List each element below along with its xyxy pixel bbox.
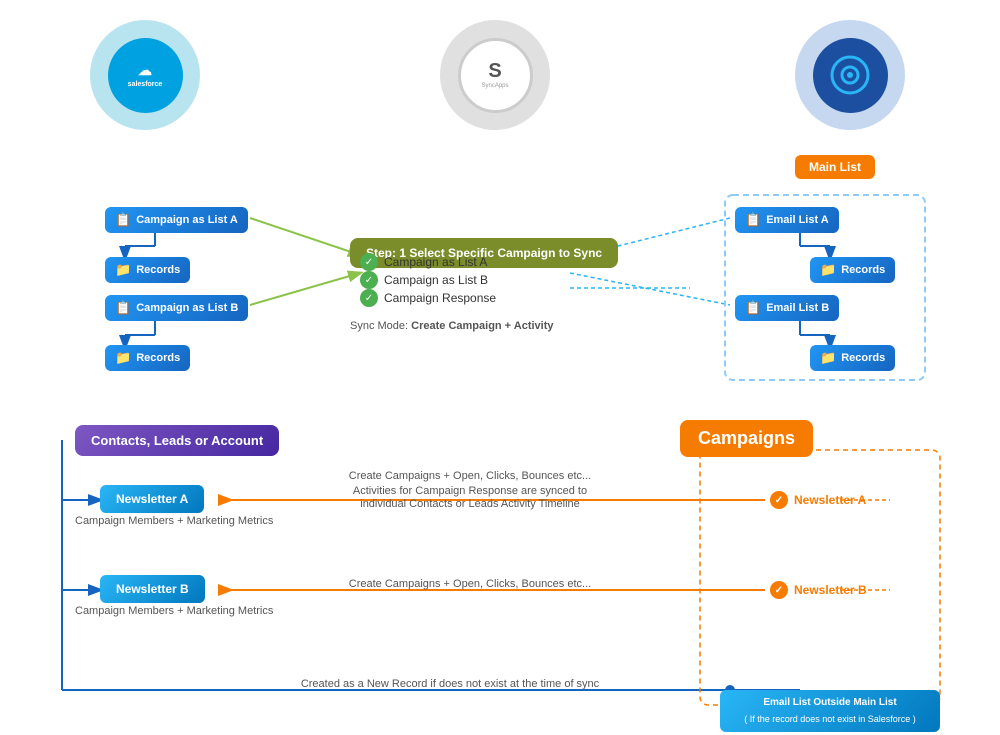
- ctct-icon: [828, 53, 873, 98]
- flow-text-b: Create Campaigns + Open, Clicks, Bounces…: [300, 578, 640, 590]
- folder-icon-1: 📁: [115, 262, 131, 278]
- newsletter-b-tag: ✓ Newsletter B: [770, 581, 867, 599]
- flow-text-a3: individual Contacts or Leads Activity Ti…: [280, 498, 660, 510]
- records-1-label: Records: [136, 264, 180, 276]
- sync-mode-text: Sync Mode: Create Campaign + Activity: [350, 320, 554, 332]
- check-icon-2: ✓: [360, 271, 378, 289]
- checklist-item-1: ✓ Campaign as List A: [360, 253, 487, 271]
- doc-icon-b: 📋: [115, 300, 131, 316]
- records-3-label: Records: [841, 264, 885, 276]
- check-icon-3: ✓: [360, 289, 378, 307]
- syncapps-logo-outer: S SyncApps: [440, 20, 550, 130]
- syncapps-content: S SyncApps: [481, 61, 508, 89]
- syncapps-logo-inner: S SyncApps: [458, 38, 533, 113]
- records-1-btn[interactable]: 📁 Records: [105, 257, 190, 283]
- records-4-label: Records: [841, 352, 885, 364]
- folder-icon-2: 📁: [115, 350, 131, 366]
- syncapps-s: S: [481, 61, 508, 81]
- check2-label: Campaign as List B: [384, 273, 488, 287]
- main-list-label: Main List: [795, 155, 875, 179]
- salesforce-text: ☁ salesforce: [128, 61, 163, 88]
- email-outside-label: Email List Outside Main List: [730, 696, 930, 710]
- orange-check-a: ✓: [770, 491, 788, 509]
- check3-label: Campaign Response: [384, 291, 496, 305]
- ctct-logo-outer: [795, 20, 905, 130]
- email-icon-a: 📋: [745, 212, 761, 228]
- checklist-item-3: ✓ Campaign Response: [360, 289, 496, 307]
- email-list-a-btn[interactable]: 📋 Email List A: [735, 207, 839, 233]
- campaign-list-b-btn[interactable]: 📋 Campaign as List B: [105, 295, 248, 321]
- salesforce-label: salesforce: [128, 80, 163, 89]
- salesforce-logo-outer: ☁ salesforce: [90, 20, 200, 130]
- campaign-list-a-label: Campaign as List A: [136, 214, 238, 226]
- campaigns-label: Campaigns: [680, 420, 813, 457]
- flow-text-a2: Activities for Campaign Response are syn…: [280, 485, 660, 497]
- check-icon-1: ✓: [360, 253, 378, 271]
- doc-icon-a: 📋: [115, 212, 131, 228]
- campaign-members-a: Campaign Members + Marketing Metrics: [75, 515, 273, 527]
- records-2-label: Records: [136, 352, 180, 364]
- salesforce-logo-inner: ☁ salesforce: [108, 38, 183, 113]
- campaign-list-a-btn[interactable]: 📋 Campaign as List A: [105, 207, 248, 233]
- sync-mode-value: Create Campaign + Activity: [411, 320, 553, 332]
- new-record-text: Created as a New Record if does not exis…: [250, 678, 650, 690]
- ctct-logo-inner: [813, 38, 888, 113]
- checklist-item-2: ✓ Campaign as List B: [360, 271, 488, 289]
- sync-mode-label: Sync Mode:: [350, 320, 408, 332]
- newsletter-a-tag-label: Newsletter A: [794, 493, 866, 507]
- email-outside-sub: ( If the record does not exist in Salesf…: [730, 713, 930, 726]
- email-list-a-label: Email List A: [766, 214, 829, 226]
- contacts-btn[interactable]: Contacts, Leads or Account: [75, 425, 279, 456]
- records-3-btn[interactable]: 📁 Records: [810, 257, 895, 283]
- diagram-container: ☁ salesforce S SyncApps Main List 📋: [0, 0, 1000, 735]
- newsletter-a-btn[interactable]: Newsletter A: [100, 485, 204, 513]
- check1-label: Campaign as List A: [384, 255, 487, 269]
- folder-icon-4: 📁: [820, 350, 836, 366]
- email-icon-b: 📋: [745, 300, 761, 316]
- email-outside-btn[interactable]: Email List Outside Main List ( If the re…: [720, 690, 940, 732]
- newsletter-b-tag-label: Newsletter B: [794, 583, 867, 597]
- syncapps-sub: SyncApps: [481, 83, 508, 89]
- folder-icon-3: 📁: [820, 262, 836, 278]
- email-list-b-btn[interactable]: 📋 Email List B: [735, 295, 839, 321]
- records-2-btn[interactable]: 📁 Records: [105, 345, 190, 371]
- campaign-members-b: Campaign Members + Marketing Metrics: [75, 605, 273, 617]
- orange-check-b: ✓: [770, 581, 788, 599]
- email-list-b-label: Email List B: [766, 302, 829, 314]
- newsletter-b-btn[interactable]: Newsletter B: [100, 575, 205, 603]
- campaign-list-b-label: Campaign as List B: [136, 302, 238, 314]
- records-4-btn[interactable]: 📁 Records: [810, 345, 895, 371]
- flow-text-a1: Create Campaigns + Open, Clicks, Bounces…: [300, 470, 640, 482]
- newsletter-a-tag: ✓ Newsletter A: [770, 491, 866, 509]
